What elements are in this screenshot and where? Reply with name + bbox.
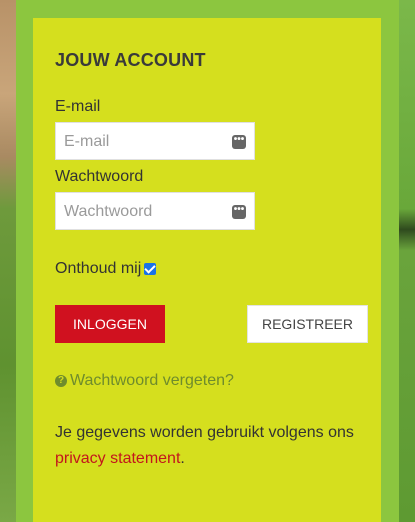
password-field[interactable]: Wachtwoord ••• [55,192,255,230]
remember-me: Onthoud mij [55,260,157,278]
background-left [0,0,16,522]
email-placeholder: E-mail [64,133,110,150]
checkbox-checked-icon[interactable] [144,263,157,275]
account-title: JOUW ACCOUNT [55,50,206,70]
forgot-password-label[interactable]: Wachtwoord vergeten? [70,372,234,390]
login-button[interactable]: INLOGGEN [55,305,165,343]
forgot-password-link[interactable]: ? Wachtwoord vergeten? [55,372,234,390]
privacy-notice: Je gegevens worden gebruikt volgens ons … [55,420,355,472]
privacy-suffix: . [180,450,185,467]
background-right [399,0,415,522]
key-icon[interactable]: ••• [232,205,246,219]
email-label: E-mail [55,98,101,115]
privacy-statement-link[interactable]: privacy statement [55,450,180,467]
password-label: Wachtwoord [55,168,144,185]
key-icon[interactable]: ••• [232,135,246,149]
email-field[interactable]: E-mail ••• [55,122,255,160]
password-placeholder: Wachtwoord [64,203,153,220]
question-circle-icon: ? [55,375,67,387]
register-button[interactable]: REGISTREER [247,305,368,343]
account-card: JOUW ACCOUNT E-mail E-mail ••• Wachtwoor… [33,18,381,522]
remember-label: Onthoud mij [55,260,142,277]
account-panel: JOUW ACCOUNT E-mail E-mail ••• Wachtwoor… [16,0,399,522]
privacy-prefix: Je gegevens worden gebruikt volgens ons [55,424,354,441]
